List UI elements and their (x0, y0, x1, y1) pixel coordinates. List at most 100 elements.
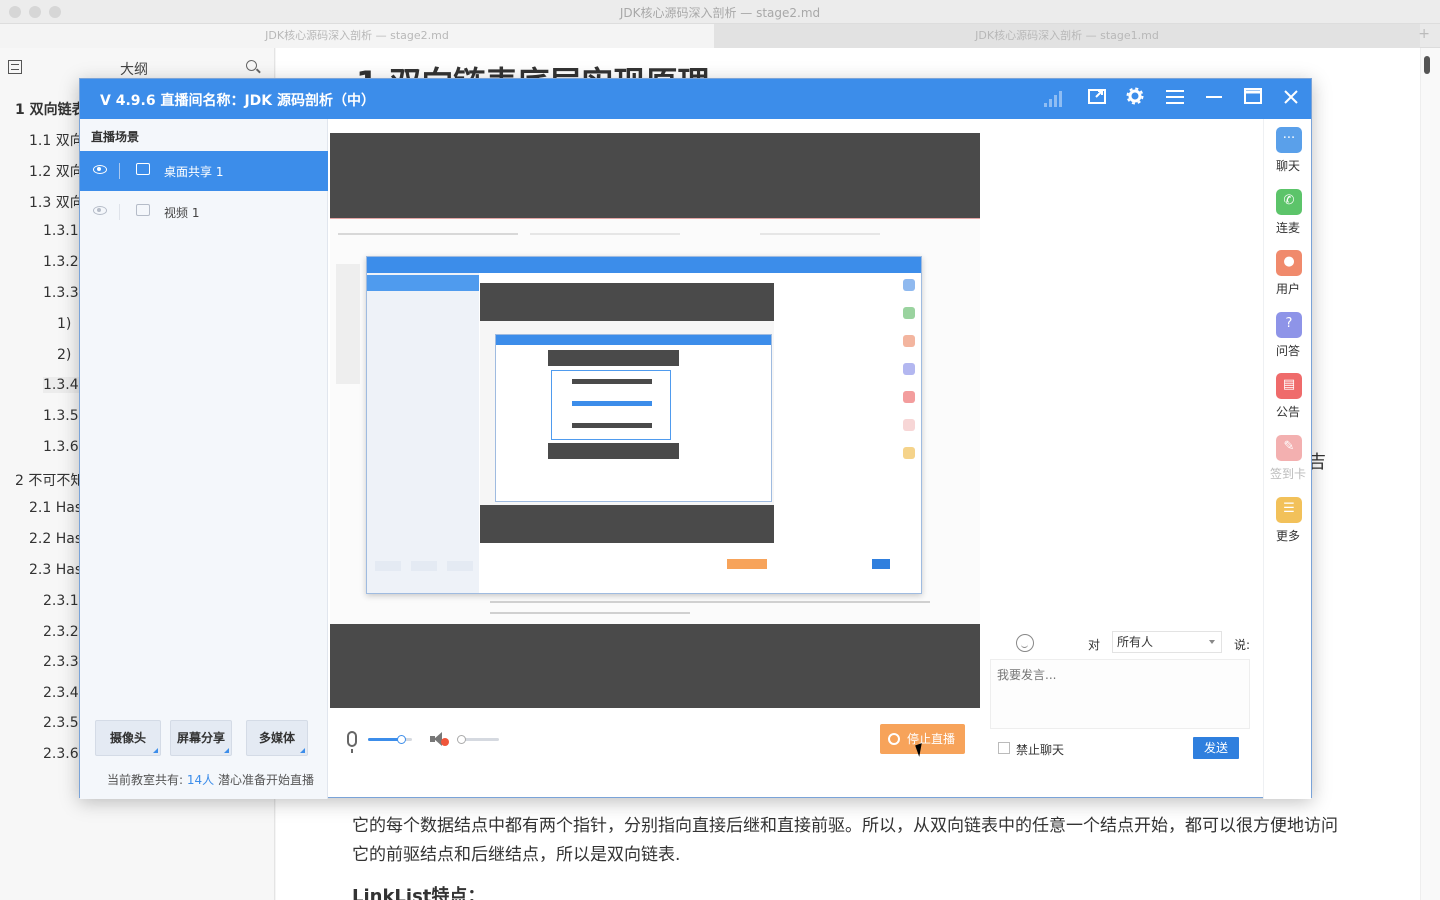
outline-item[interactable]: 2.3.4 (43, 685, 79, 701)
monitor-icon (136, 163, 150, 175)
question-icon: ? (1276, 312, 1302, 338)
user-icon: ● (1276, 250, 1302, 276)
capture-line (760, 233, 880, 235)
gear-icon[interactable] (1123, 87, 1147, 111)
mic-volume-knob[interactable] (397, 735, 406, 744)
emoji-icon[interactable] (1016, 634, 1034, 652)
scene-item-video[interactable]: 视频 1 (80, 192, 328, 232)
nested-rail-icon (903, 335, 915, 347)
video-icon (136, 204, 150, 216)
capture-line (530, 233, 680, 235)
new-tab-icon[interactable]: + (1418, 26, 1430, 42)
classroom-status: 当前教室共有: 14人 潜心准备开始直播 (107, 771, 314, 788)
rail-item-more[interactable]: ☰ 更多 (1268, 497, 1308, 549)
speaker-volume-knob[interactable] (457, 735, 466, 744)
close-icon[interactable] (1279, 87, 1303, 111)
nested-bottom-button (375, 561, 401, 571)
live-header: V 4.9.6 直播间名称：JDK 源码剖析（中） (80, 79, 1311, 119)
rail-item-signin[interactable]: ✎ 签到卡 (1268, 435, 1308, 487)
outline-item[interactable]: 1.3.1 (43, 223, 79, 239)
outline-item[interactable]: 1.3.3 (43, 285, 79, 301)
viewer-count: 14人 (186, 773, 215, 787)
signal-icon (1044, 91, 1064, 107)
rail-item-mic-link[interactable]: ✆ 连麦 (1268, 189, 1308, 241)
outline-item[interactable]: 1.3 双向 (29, 192, 84, 212)
multimedia-button[interactable]: 多媒体 (246, 720, 308, 756)
rail-item-chat[interactable]: ··· 聊天 (1268, 127, 1308, 179)
rail-label: 问答 (1275, 344, 1300, 358)
outline-item[interactable]: 1.1 双向 (29, 130, 84, 150)
outline-item[interactable]: 1 双向链表 (15, 99, 86, 119)
chat-icon: ··· (1276, 127, 1302, 153)
chat-recipient-select[interactable]: 所有人 (1112, 631, 1222, 653)
rail-item-qa[interactable]: ? 问答 (1268, 312, 1308, 364)
nested-rail-icon (903, 419, 915, 431)
status-message: 潜心准备开始直播 (217, 773, 314, 787)
menu-icon[interactable] (1163, 87, 1187, 111)
scene-header: 直播场景 (91, 130, 140, 144)
outline-item[interactable]: 2.3.2 (43, 624, 79, 640)
screen-share-button[interactable]: 屏幕分享 (170, 720, 232, 756)
capture-text-line (490, 612, 690, 614)
capture-text-line (490, 601, 930, 603)
live-window: V 4.9.6 直播间名称：JDK 源码剖析（中） 直播场景 桌面共享 1 视频… (79, 78, 1312, 799)
minimize-icon[interactable] (1202, 87, 1226, 111)
scene-label: 视频 1 (164, 206, 200, 220)
editor-tabbar: JDK核心源码深入剖析 — stage2.md JDK核心源码深入剖析 — st… (0, 24, 1440, 48)
nested-rail-icon (903, 307, 915, 319)
nested-live-window-3 (551, 370, 671, 440)
nested-rail-icon (903, 279, 915, 291)
outline-item[interactable]: 1.2 双向 (29, 161, 84, 181)
document-subheading: LinkList特点： (352, 886, 486, 900)
scrollbar-thumb[interactable] (1424, 56, 1430, 74)
outline-item[interactable]: 2.3.1 (43, 593, 79, 609)
rail-item-users[interactable]: ● 用户 (1268, 250, 1308, 302)
speaker-muted-icon[interactable] (430, 732, 449, 746)
scene-item-desktop-share[interactable]: 桌面共享 1 (80, 151, 328, 191)
ban-chat-checkbox[interactable] (998, 742, 1010, 754)
rail-label: 公告 (1275, 405, 1300, 419)
outline-item[interactable]: 2.3 Has (29, 562, 82, 578)
camera-button[interactable]: 摄像头 (95, 720, 161, 756)
chat-say-label: 说: (1234, 638, 1251, 652)
eye-icon[interactable] (93, 165, 107, 174)
outline-item[interactable]: 2.3.6 (43, 746, 79, 762)
outline-title: 大纲 (120, 62, 148, 78)
tab-stage2[interactable]: JDK核心源码深入剖析 — stage2.md (0, 24, 714, 48)
outline-item[interactable]: 2.1 Has (29, 500, 82, 516)
search-icon[interactable] (246, 60, 257, 71)
microphone-icon[interactable] (347, 731, 357, 753)
nested-selected-scene (367, 275, 479, 291)
rail-item-notice[interactable]: ▤ 公告 (1268, 373, 1308, 425)
phone-icon: ✆ (1276, 189, 1302, 215)
nested-bottom-button (411, 561, 437, 571)
outline-item[interactable]: 1.3.2 (43, 254, 79, 270)
eye-off-icon[interactable] (93, 206, 107, 215)
nested-sidebar (367, 273, 479, 593)
outline-item[interactable]: 1.3.5 (43, 408, 79, 424)
outline-item-current[interactable]: 1.3.4 (43, 377, 79, 393)
send-button[interactable]: 发送 (1193, 737, 1239, 759)
scrollbar-track[interactable] (1420, 48, 1440, 900)
capture-line (338, 233, 518, 235)
outline-item[interactable]: 1.3.6 (43, 439, 79, 455)
nested-rail (903, 279, 917, 479)
nested-bar (572, 379, 652, 384)
outline-item[interactable]: 2) (57, 347, 71, 363)
outline-item[interactable]: 2.3.5 (43, 715, 79, 731)
outline-toggle-icon[interactable] (8, 60, 22, 74)
nested-header-2 (496, 335, 771, 345)
outline-item[interactable]: 2.2 Has (29, 531, 82, 547)
outline-item[interactable]: 2.3.3 (43, 654, 79, 670)
popout-icon[interactable] (1085, 87, 1109, 111)
live-preview[interactable] (330, 133, 980, 708)
chat-input[interactable] (990, 659, 1250, 729)
nested-preview-top (480, 283, 774, 321)
chat-recipient-value: 所有人 (1117, 635, 1154, 649)
outline-item[interactable]: 2 不可不知 (15, 470, 84, 490)
nested-send-button (872, 559, 890, 569)
outline-item[interactable]: 1) (57, 316, 71, 332)
nested-bar (572, 401, 652, 406)
maximize-icon[interactable] (1241, 87, 1265, 111)
tab-stage1[interactable]: JDK核心源码深入剖析 — stage1.md (714, 24, 1420, 48)
